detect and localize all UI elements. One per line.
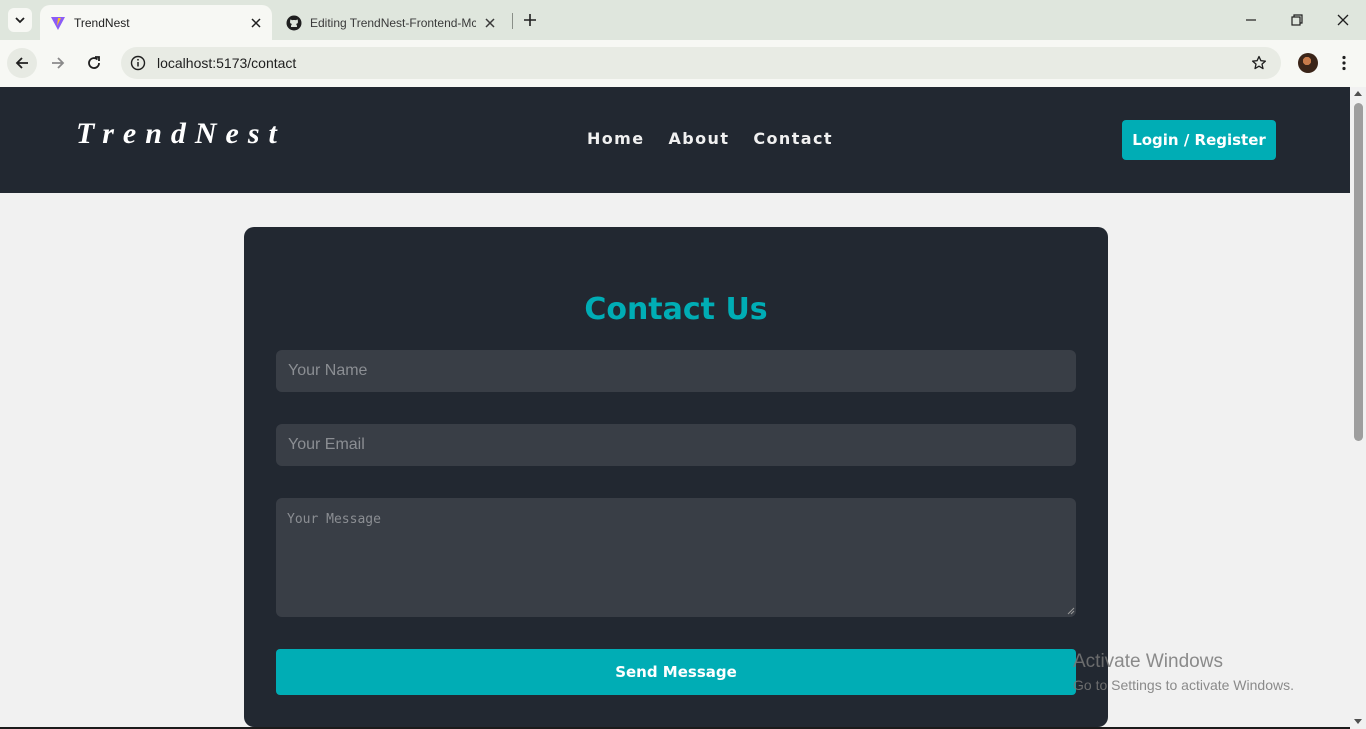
page-title: Contact Us	[584, 292, 768, 327]
restore-icon	[1291, 14, 1303, 26]
tab-search-button[interactable]	[8, 8, 32, 32]
reload-button[interactable]	[79, 48, 109, 78]
scroll-down-icon[interactable]	[1354, 719, 1362, 724]
nav-about-link[interactable]: About	[669, 129, 730, 148]
close-icon	[1337, 14, 1349, 26]
minimize-icon	[1246, 19, 1256, 21]
page-scrollbar[interactable]	[1350, 87, 1366, 729]
message-textarea[interactable]	[276, 498, 1076, 617]
plus-icon	[524, 14, 536, 26]
back-button[interactable]	[7, 48, 37, 78]
tab-title: TrendNest	[74, 15, 130, 30]
scroll-up-icon[interactable]	[1354, 91, 1362, 96]
arrow-left-icon	[15, 57, 28, 69]
vite-logo-icon	[50, 15, 66, 31]
close-window-button[interactable]	[1328, 8, 1358, 32]
tab-separator	[512, 13, 513, 29]
nav-home-link[interactable]: Home	[587, 129, 645, 148]
resize-grip-icon[interactable]	[1067, 607, 1075, 615]
contact-card: Contact Us Send Message	[244, 227, 1108, 727]
forward-button[interactable]	[43, 48, 73, 78]
more-vert-icon	[1342, 55, 1346, 71]
browser-tab-strip: TrendNest Editing TrendNest-Frontend-Mc	[0, 0, 1366, 40]
nav-contact-link[interactable]: Contact	[753, 129, 833, 148]
scrollbar-thumb[interactable]	[1354, 103, 1363, 441]
watermark-title: Activate Windows	[1073, 651, 1223, 672]
browser-toolbar: localhost:5173/contact	[0, 40, 1366, 87]
browser-menu-button[interactable]	[1334, 53, 1354, 73]
page-viewport: TrendNest Home About Contact Login / Reg…	[0, 87, 1350, 729]
windows-activation-watermark: Activate Windows Go to Settings to activ…	[1073, 651, 1294, 693]
login-register-button[interactable]: Login / Register	[1122, 120, 1276, 160]
tab-trendnest[interactable]: TrendNest	[40, 5, 272, 40]
github-icon	[286, 15, 302, 31]
site-info-icon[interactable]	[130, 55, 146, 71]
minimize-button[interactable]	[1236, 8, 1266, 32]
profile-avatar[interactable]	[1298, 53, 1318, 73]
chevron-down-icon	[15, 17, 25, 24]
tab-github-editing[interactable]: Editing TrendNest-Frontend-Mc	[278, 5, 506, 40]
close-tab-icon[interactable]	[248, 15, 264, 31]
url-text[interactable]: localhost:5173/contact	[157, 55, 296, 71]
tab-title: Editing TrendNest-Frontend-Mc	[310, 15, 476, 30]
send-message-button[interactable]: Send Message	[276, 649, 1076, 695]
close-tab-icon[interactable]	[482, 15, 498, 31]
new-tab-button[interactable]	[520, 10, 540, 30]
bookmark-star-icon[interactable]	[1251, 55, 1267, 71]
email-input[interactable]	[276, 424, 1076, 466]
main-nav: Home About Contact	[587, 129, 833, 148]
arrow-right-icon	[52, 57, 65, 69]
restore-button[interactable]	[1282, 8, 1312, 32]
address-bar[interactable]: localhost:5173/contact	[121, 47, 1281, 79]
watermark-subtitle: Go to Settings to activate Windows.	[1073, 677, 1294, 693]
name-input[interactable]	[276, 350, 1076, 392]
site-header: TrendNest Home About Contact Login / Reg…	[0, 87, 1350, 193]
site-logo[interactable]: TrendNest	[76, 117, 286, 151]
reload-icon	[88, 56, 100, 69]
